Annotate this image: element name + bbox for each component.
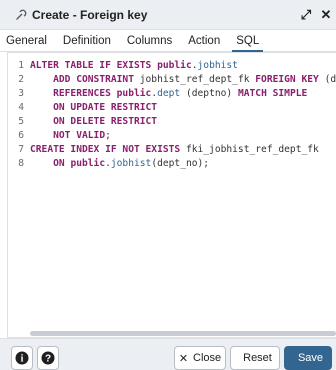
code-token: public	[70, 158, 106, 169]
line-number: 6	[18, 130, 24, 141]
save-button[interactable]: Save	[284, 346, 332, 370]
dialog-titlebar: Create - Foreign key ⤢ ✕	[0, 0, 336, 30]
code-token: ON DELETE RESTRICT	[53, 116, 158, 127]
code-token: NOT VALID	[53, 130, 106, 141]
code-line: 3 REFERENCES public.dept (deptno) MATCH …	[8, 87, 336, 101]
code-token: ;	[105, 130, 111, 141]
code-token: fki_jobhist_ref_dept_fk	[185, 144, 319, 155]
dialog-title: Create - Foreign key	[32, 7, 148, 22]
code-token: ALTER TABLE IF EXISTS	[30, 60, 158, 71]
tab-definition[interactable]: Definition	[55, 30, 119, 51]
code-token: public	[157, 60, 192, 71]
line-number: 7	[18, 144, 24, 155]
reset-button[interactable]: Reset	[230, 346, 280, 370]
info-button[interactable]: i	[11, 346, 33, 370]
reset-button-label: Reset	[243, 352, 272, 364]
code-token: jobhist	[197, 60, 238, 71]
code-token: (deptno)	[180, 88, 238, 99]
code-token: ADD CONSTRAINT	[53, 74, 140, 85]
code-line: 8 ON public.jobhist(dept_no);	[8, 157, 336, 171]
close-button-label: Close	[193, 352, 222, 364]
code-line: 5 ON DELETE RESTRICT	[8, 115, 336, 129]
code-token: dept	[157, 88, 181, 99]
svg-text:i: i	[21, 354, 24, 365]
info-icon: i	[15, 351, 29, 365]
line-number: 5	[18, 116, 24, 127]
code-token: CREATE INDEX IF NOT EXISTS	[30, 144, 186, 155]
line-number: 8	[18, 158, 24, 169]
close-x-icon: ✕	[178, 352, 189, 365]
code-token: jobhist_ref_dept_fk	[139, 74, 256, 85]
line-number: 3	[18, 88, 24, 99]
code-token: (dept_no)	[324, 74, 336, 85]
tab-columns[interactable]: Columns	[119, 30, 180, 51]
code-token: jobhist	[110, 158, 152, 169]
code-line: 6 NOT VALID;	[8, 129, 336, 143]
code-token: public	[116, 88, 152, 99]
help-button[interactable]: ?	[37, 346, 59, 370]
foreign-key-icon	[16, 9, 27, 20]
line-number: 1	[18, 60, 24, 71]
code-line: 4 ON UPDATE RESTRICT	[8, 101, 336, 115]
code-token: ON UPDATE RESTRICT	[53, 102, 158, 113]
line-number: 2	[18, 74, 24, 85]
code-token: MATCH SIMPLE	[237, 88, 308, 99]
sql-editor[interactable]: 1 ALTER TABLE IF EXISTS public.jobhist 2 A…	[7, 52, 336, 338]
maximize-icon[interactable]: ⤢	[298, 6, 314, 24]
tab-bar: General Definition Columns Action SQL	[0, 30, 336, 52]
tab-general[interactable]: General	[0, 30, 55, 51]
code-token: FOREIGN KEY	[255, 74, 325, 85]
code-line: 2 ADD CONSTRAINT jobhist_ref_dept_fk FOR…	[8, 73, 336, 87]
line-number: 4	[18, 102, 24, 113]
close-icon[interactable]: ✕	[318, 6, 334, 24]
code-line: 7 CREATE INDEX IF NOT EXISTS fki_jobhist_…	[8, 143, 336, 157]
tab-action[interactable]: Action	[180, 30, 228, 51]
close-button[interactable]: ✕ Close	[174, 346, 226, 370]
help-icon: ?	[41, 351, 55, 365]
horizontal-scrollbar[interactable]	[30, 331, 336, 336]
save-button-label: Save	[297, 352, 324, 364]
code-token: (dept_no);	[151, 158, 210, 169]
svg-text:?: ?	[45, 354, 51, 365]
code-token: ON	[53, 158, 71, 169]
code-token: REFERENCES	[53, 88, 117, 99]
code-line: 1 ALTER TABLE IF EXISTS public.jobhist	[8, 59, 336, 73]
tab-sql[interactable]: SQL	[228, 30, 267, 52]
dialog-footer: i ? ✕ Close Reset Save	[0, 338, 336, 370]
